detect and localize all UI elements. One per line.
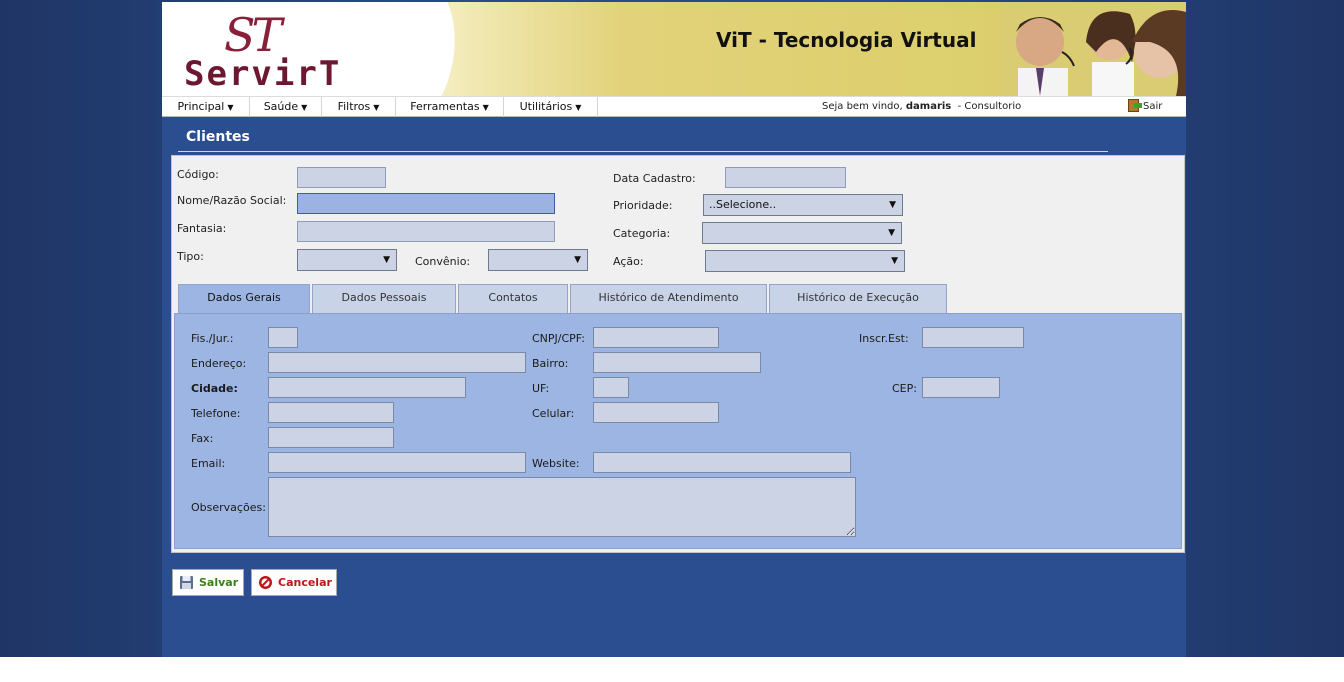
bairro-label: Bairro: — [532, 357, 569, 370]
save-label: Salvar — [199, 576, 239, 589]
fis-jur-input[interactable] — [268, 327, 298, 348]
menu-utilitarios-label: Utilitários — [519, 100, 573, 113]
telefone-input[interactable] — [268, 402, 394, 423]
chevron-down-icon: ▼ — [889, 200, 896, 210]
website-label: Website: — [532, 457, 580, 470]
categoria-select[interactable]: ▼ — [702, 222, 902, 244]
chevron-down-icon: ▼ — [574, 255, 581, 265]
nome-label: Nome/Razão Social: — [177, 194, 287, 207]
chevron-down-icon: ▼ — [575, 103, 582, 112]
chevron-down-icon: ▼ — [301, 103, 308, 112]
menu-filtros-label: Filtros — [337, 100, 371, 113]
tipo-select[interactable]: ▼ — [297, 249, 397, 271]
fax-input[interactable] — [268, 427, 394, 448]
prioridade-label: Prioridade: — [613, 199, 673, 212]
cidade-input[interactable] — [268, 377, 466, 398]
categoria-label: Categoria: — [613, 227, 671, 240]
logo-name: ServirT — [184, 54, 342, 94]
client-form-panel: Código: Nome/Razão Social: Fantasia: Tip… — [171, 155, 1185, 553]
welcome-suffix: - Consultorio — [957, 101, 1022, 112]
prioridade-select-value: ..Selecione.. — [709, 198, 777, 211]
banner-photo-people — [1000, 2, 1186, 96]
cancel-button[interactable]: Cancelar — [251, 569, 337, 596]
inscr-est-input[interactable] — [922, 327, 1024, 348]
chevron-down-icon: ▼ — [383, 255, 390, 265]
endereco-input[interactable] — [268, 352, 526, 373]
cnpj-input[interactable] — [593, 327, 719, 348]
cep-label: CEP: — [892, 382, 917, 395]
celular-label: Celular: — [532, 407, 575, 420]
data-cadastro-input[interactable] — [725, 167, 846, 188]
menu-saude-label: Saúde — [263, 100, 299, 113]
welcome-prefix: Seja bem vindo, — [822, 101, 903, 112]
cep-input[interactable] — [922, 377, 1000, 398]
brand-title: ViT - Tecnologia Virtual — [716, 28, 977, 52]
cnpj-label: CNPJ/CPF: — [532, 332, 585, 345]
chevron-down-icon: ▼ — [888, 228, 895, 238]
menu-ferramentas-label: Ferramentas — [410, 100, 480, 113]
convenio-label: Convênio: — [415, 255, 471, 268]
menu-saude[interactable]: Saúde ▼ — [250, 97, 322, 117]
tab-dados-gerais[interactable]: Dados Gerais — [178, 284, 310, 314]
data-cadastro-label: Data Cadastro: — [613, 172, 696, 185]
chevron-down-icon: ▼ — [891, 256, 898, 266]
tab-panel-dados-gerais: Fis./Jur.: CNPJ/CPF: Inscr.Est: Endereço… — [174, 313, 1182, 549]
menu-principal-label: Principal — [177, 100, 225, 113]
app-container: ST ServirT ViT - Tecnologia Virtual Prin… — [162, 2, 1186, 657]
telefone-label: Telefone: — [191, 407, 241, 420]
cancel-circle-icon — [259, 576, 272, 589]
email-label: Email: — [191, 457, 226, 470]
codigo-input[interactable] — [297, 167, 386, 188]
observacoes-textarea[interactable] — [268, 477, 856, 537]
welcome-message: Seja bem vindo, damaris - Consultorio — [822, 97, 1021, 117]
bairro-input[interactable] — [593, 352, 761, 373]
nome-input[interactable] — [297, 193, 555, 214]
tab-dados-pessoais[interactable]: Dados Pessoais — [312, 284, 456, 313]
menu-utilitarios[interactable]: Utilitários ▼ — [504, 97, 598, 117]
fis-jur-label: Fis./Jur.: — [191, 332, 234, 345]
chevron-down-icon: ▼ — [482, 103, 489, 112]
menu-principal[interactable]: Principal ▼ — [162, 97, 250, 117]
title-divider — [178, 151, 1108, 152]
website-input[interactable] — [593, 452, 851, 473]
prioridade-select[interactable]: ..Selecione.. ▼ — [703, 194, 903, 216]
endereco-label: Endereço: — [191, 357, 247, 370]
user-name: damaris — [905, 101, 952, 112]
fantasia-label: Fantasia: — [177, 222, 227, 235]
email-input[interactable] — [268, 452, 526, 473]
menu-filtros[interactable]: Filtros ▼ — [322, 97, 396, 117]
codigo-label: Código: — [177, 168, 219, 181]
cidade-label: Cidade: — [191, 382, 238, 395]
page-title: Clientes — [186, 129, 250, 145]
chevron-down-icon: ▼ — [373, 103, 380, 112]
inscr-est-label: Inscr.Est: — [859, 332, 909, 345]
acao-select[interactable]: ▼ — [705, 250, 905, 272]
fax-label: Fax: — [191, 432, 214, 445]
chevron-down-icon: ▼ — [227, 103, 234, 112]
header-banner: ST ServirT ViT - Tecnologia Virtual — [162, 2, 1186, 96]
observacoes-label: Observações: — [191, 501, 266, 514]
tipo-label: Tipo: — [177, 250, 204, 263]
uf-input[interactable] — [593, 377, 629, 398]
main-menu-bar: Principal ▼ Saúde ▼ Filtros ▼ Ferramentas ▼ … — [162, 96, 1186, 117]
tab-contatos[interactable]: Contatos — [458, 284, 568, 313]
acao-label: Ação: — [613, 255, 644, 268]
cancel-label: Cancelar — [278, 576, 332, 589]
save-button[interactable]: Salvar — [172, 569, 244, 596]
tab-historico-atendimento[interactable]: Histórico de Atendimento — [570, 284, 767, 313]
logout-link[interactable]: Sair — [1128, 97, 1162, 117]
uf-label: UF: — [532, 382, 550, 395]
celular-input[interactable] — [593, 402, 719, 423]
logout-label: Sair — [1143, 101, 1163, 112]
exit-door-icon — [1128, 99, 1142, 112]
menu-ferramentas[interactable]: Ferramentas ▼ — [396, 97, 504, 117]
fantasia-input[interactable] — [297, 221, 555, 242]
floppy-disk-icon — [180, 576, 193, 589]
convenio-select[interactable]: ▼ — [488, 249, 588, 271]
tab-historico-execucao[interactable]: Histórico de Execução — [769, 284, 947, 313]
